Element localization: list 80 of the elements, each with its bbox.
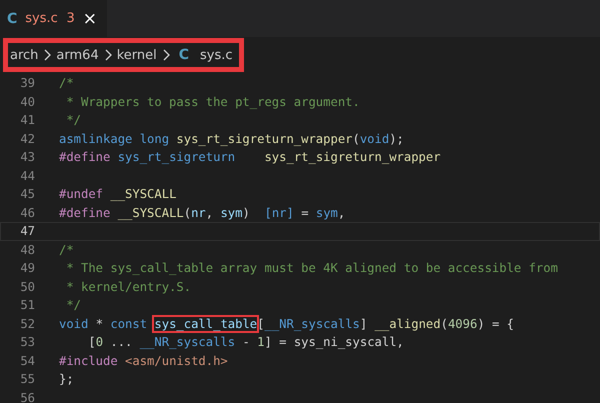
- code-token: __NR_syscalls: [264, 316, 360, 331]
- code-token: [: [257, 316, 264, 331]
- line-number: 53: [19, 335, 35, 350]
- c-file-icon: C: [178, 47, 190, 63]
- code-token: ]: [360, 316, 368, 331]
- code-token: __NR_syscalls: [140, 335, 236, 350]
- line-number: 41: [19, 113, 35, 128]
- tab-title: sys.c: [25, 11, 58, 26]
- code-token: *: [94, 316, 104, 331]
- code-token: * kernel/entry.S.: [65, 280, 192, 294]
- close-button[interactable]: ×: [82, 8, 97, 28]
- code-token: sys_call_table: [154, 316, 258, 331]
- code-token: void: [59, 316, 88, 331]
- code-token: void: [360, 132, 390, 146]
- code-token: /*: [59, 242, 74, 257]
- line-number: 47: [19, 224, 35, 238]
- code-token: [: [87, 335, 96, 350]
- code-token: ) = {: [477, 316, 514, 331]
- code-token: ,: [206, 206, 214, 220]
- chevron-icon: [104, 49, 112, 61]
- code-token: sym: [220, 206, 242, 220]
- breadcrumb-item[interactable]: arch: [10, 48, 38, 62]
- line-number: 50: [19, 280, 35, 294]
- chevron-icon: [43, 49, 52, 61]
- code-token: __SYSCALL: [116, 206, 184, 220]
- line-number: 45: [19, 187, 35, 202]
- code-token: sys_rt_sigreturn_wrapper: [263, 150, 441, 164]
- code-token: ): [242, 206, 251, 220]
- editor-tab[interactable]: C sys.c 3 ×: [0, 0, 107, 37]
- code-token: __aligned: [374, 316, 441, 331]
- code-token: sym: [316, 206, 338, 220]
- code-token: */: [65, 113, 82, 128]
- code-token: #define: [59, 206, 110, 220]
- code-token: 0: [96, 335, 104, 350]
- problem-count: 3: [66, 11, 75, 26]
- code-token: ] = sys_ni_syscall,: [264, 335, 404, 350]
- code-token: );: [389, 132, 404, 146]
- code-token: (: [184, 206, 192, 220]
- line-number: 55: [19, 372, 35, 386]
- code-token: __SYSCALL: [109, 187, 176, 202]
- code-token: [nr]: [264, 206, 294, 220]
- code-token: <asm/unistd.h>: [124, 354, 228, 368]
- code-token: 4096: [448, 316, 478, 331]
- code-token: sys_rt_sigreturn: [116, 150, 236, 164]
- code-token: */: [65, 298, 82, 312]
- line-number: 49: [19, 261, 35, 276]
- code-token: ...: [109, 335, 134, 350]
- code-token: (: [352, 132, 360, 146]
- line-number: 44: [19, 168, 35, 183]
- c-file-icon: C: [7, 10, 18, 26]
- code-token: -: [241, 335, 251, 350]
- line-number: 40: [19, 94, 35, 109]
- breadcrumb-item[interactable]: sys.c: [200, 48, 233, 62]
- line-number: 39: [19, 76, 35, 90]
- code-token: #include: [59, 354, 118, 368]
- code-token: asmlinkage long: [59, 132, 170, 146]
- code-token: #define: [59, 150, 110, 164]
- line-number: 43: [19, 150, 35, 164]
- line-number: 54: [19, 354, 35, 368]
- breadcrumb-item[interactable]: arm64: [56, 48, 99, 62]
- code-token: (: [440, 316, 448, 331]
- code-token: 1: [257, 335, 264, 350]
- line-number: 51: [19, 298, 35, 312]
- code-token: nr: [191, 206, 206, 220]
- code-token: ,: [338, 206, 346, 220]
- code-token: * Wrappers to pass the pt_regs argument.: [65, 94, 360, 109]
- code-token: /*: [59, 76, 74, 90]
- code-token: sys_rt_sigreturn_wrapper: [175, 132, 352, 146]
- line-number: 42: [19, 132, 35, 146]
- code-token: =: [300, 206, 310, 220]
- chevron-icon: [162, 49, 170, 61]
- code-token: * The sys_call_table array must be 4K aligned to be accessible from: [65, 261, 558, 276]
- breadcrumb-item[interactable]: kernel: [116, 48, 157, 62]
- code-token: const: [110, 316, 148, 331]
- line-number: 48: [19, 242, 35, 257]
- line-number: 46: [19, 206, 35, 220]
- line-number: 56: [19, 390, 35, 403]
- code-token: #undef: [59, 187, 104, 202]
- line-number: 52: [19, 316, 35, 331]
- code-token: };: [59, 372, 74, 386]
